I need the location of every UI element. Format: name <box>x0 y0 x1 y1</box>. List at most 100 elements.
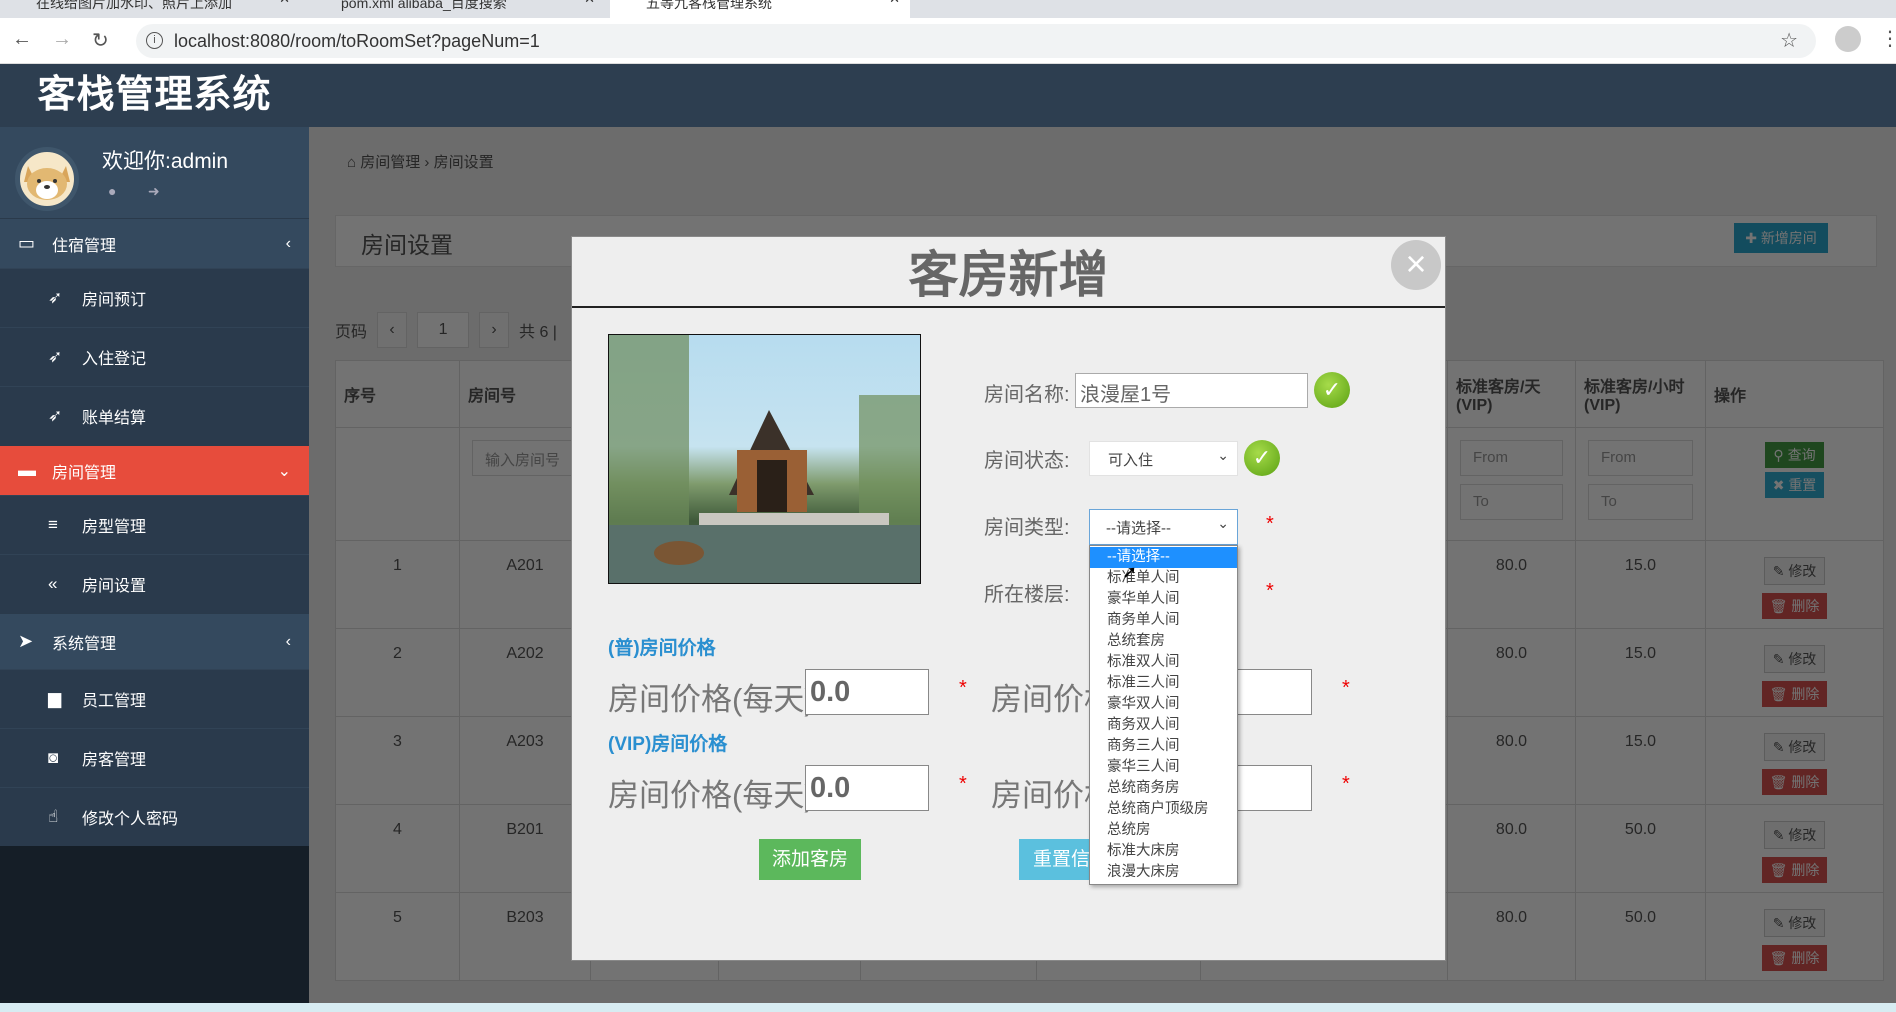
room-type-option[interactable]: 总统房 <box>1090 820 1237 841</box>
room-type-option[interactable]: 标准三人间 <box>1090 673 1237 694</box>
search-button[interactable]: ⚲ 查询 <box>1765 442 1824 468</box>
welcome-text: 欢迎你:admin <box>102 150 229 173</box>
list-icon: ≡ <box>48 515 58 534</box>
menu-item-room-settings[interactable]: « 房间设置 <box>0 554 309 613</box>
reload-icon[interactable]: ↻ <box>92 28 109 53</box>
room-type-option[interactable]: 商务三人间 <box>1090 736 1237 757</box>
menu-system[interactable]: ➤ 系统管理 ‹ <box>0 613 309 669</box>
room-type-option[interactable]: 总统套房 <box>1090 631 1237 652</box>
browser-tab[interactable]: pom.xml alibaba_百度搜索 ✕ <box>305 0 605 18</box>
room-image <box>608 334 921 584</box>
edit-button[interactable]: ✎ 修改 <box>1763 645 1826 673</box>
cell-vip-day: 80.0 <box>1447 628 1576 717</box>
edit-button[interactable]: ✎ 修改 <box>1763 557 1826 585</box>
menu-item-billing[interactable]: ➶ 账单结算 <box>0 386 309 445</box>
delete-button[interactable]: 🗑 删除 <box>1761 945 1828 971</box>
room-type-dropdown[interactable]: --请选择-- 标准单人间 豪华单人间 商务单人间 总统套房 标准双人间 标准三人间 豪华双人… <box>1089 545 1238 885</box>
delete-button[interactable]: 🗑 删除 <box>1761 593 1828 619</box>
close-tab-icon[interactable]: ✕ <box>584 0 595 5</box>
menu-room-management[interactable]: ▬ 房间管理 ⌄ <box>0 445 309 495</box>
delete-label: 删除 <box>1791 686 1820 702</box>
next-page-button[interactable]: › <box>479 312 510 348</box>
menu-item-checkin[interactable]: ➶ 入住登记 <box>0 327 309 386</box>
delete-button[interactable]: 🗑 删除 <box>1761 769 1828 795</box>
chevron-down-icon: ⌄ <box>1217 447 1229 463</box>
normal-price-day-input[interactable]: 0.0 <box>805 669 929 715</box>
room-type-select[interactable]: --请选择-- ⌄ <box>1089 509 1238 545</box>
mouse-cursor-icon: ➚ <box>1122 562 1138 582</box>
edit-icon: ✎ <box>1772 827 1789 843</box>
bookmark-star-icon[interactable]: ☆ <box>1780 28 1798 53</box>
info-icon[interactable]: i <box>146 32 163 49</box>
breadcrumb-parent[interactable]: 房间管理 <box>360 154 420 171</box>
room-type-option[interactable]: 总统商务房 <box>1090 778 1237 799</box>
menu-item-label: 房间预订 <box>82 292 147 309</box>
sidebar: 客栈管理系统 欢迎你:admin ● ➜ ▭ 住宿管理 ‹ ➶ 房间预订 ➶ 入住登记 … <box>0 64 309 1012</box>
delete-button[interactable]: 🗑 删除 <box>1761 857 1828 883</box>
room-type-option[interactable]: 豪华单人间 <box>1090 589 1237 610</box>
vip-day-to-input[interactable]: To <box>1460 484 1563 520</box>
forward-icon[interactable]: → <box>52 28 72 51</box>
avatar <box>15 147 79 211</box>
menu-item-guests[interactable]: ◙ 房客管理 <box>0 728 309 787</box>
menu-label: 房间管理 <box>52 464 117 482</box>
room-type-option[interactable]: 标准单人间 <box>1090 568 1237 589</box>
menu-item-label: 入住登记 <box>82 351 147 368</box>
room-type-option[interactable]: 商务单人间 <box>1090 610 1237 631</box>
back-icon[interactable]: ← <box>12 28 32 51</box>
logout-icon[interactable]: ➜ <box>148 183 160 200</box>
room-type-option[interactable]: 浪漫大床房 <box>1090 862 1237 883</box>
vip-price-day-input[interactable]: 0.0 <box>805 765 929 811</box>
room-type-option[interactable]: 标准大床房 <box>1090 841 1237 862</box>
edit-button[interactable]: ✎ 修改 <box>1763 733 1826 761</box>
url-input[interactable]: i localhost:8080/room/toRoomSet?pageNum=… <box>136 24 1816 58</box>
menu-item-room-booking[interactable]: ➶ 房间预订 <box>0 268 309 327</box>
cell-index: 5 <box>335 892 460 981</box>
room-type-option[interactable]: 豪华三人间 <box>1090 757 1237 778</box>
user-icon[interactable]: ● <box>108 183 116 199</box>
add-room-submit-button[interactable]: 添加客房 <box>759 839 861 880</box>
room-status-select[interactable]: 可入住 ⌄ <box>1089 441 1238 476</box>
room-type-option[interactable]: 标准双人间 <box>1090 652 1237 673</box>
search-label: 查询 <box>1787 447 1816 463</box>
trash-icon: 🗑 <box>1769 950 1792 966</box>
required-asterisk: * <box>1266 513 1274 535</box>
add-room-button[interactable]: ✚ 新增房间 <box>1734 223 1828 253</box>
edit-button[interactable]: ✎ 修改 <box>1763 909 1826 937</box>
close-modal-button[interactable]: × <box>1391 240 1441 290</box>
menu-item-label: 员工管理 <box>82 693 147 710</box>
room-type-option[interactable]: 商务双人间 <box>1090 715 1237 736</box>
paper-plane-icon: ➤ <box>18 631 34 651</box>
room-type-option[interactable]: 总统商户顶级房 <box>1090 799 1237 820</box>
trash-icon: 🗑 <box>1769 774 1792 790</box>
vip-hour-to-input[interactable]: To <box>1588 484 1693 520</box>
room-no-filter-input[interactable]: 输入房间号 <box>472 440 578 476</box>
edit-button[interactable]: ✎ 修改 <box>1763 821 1826 849</box>
rocket-icon: ➶ <box>48 288 63 307</box>
url-text: localhost:8080/room/toRoomSet?pageNum=1 <box>174 31 540 51</box>
menu-item-room-type[interactable]: ≡ 房型管理 <box>0 495 309 554</box>
vip-hour-from-input[interactable]: From <box>1588 440 1693 476</box>
hand-pointer-icon: ☝ <box>48 807 59 826</box>
taskbar-strip <box>0 1003 1896 1012</box>
menu-item-change-password[interactable]: ☝ 修改个人密码 <box>0 787 309 846</box>
close-tab-icon[interactable]: ✕ <box>889 0 900 5</box>
browser-tab[interactable]: 在线给图片加水印、照片上添加 ✕ <box>0 0 300 18</box>
vip-day-from-input[interactable]: From <box>1460 440 1563 476</box>
header-vip-day: 标准客房/天 (VIP) <box>1447 360 1576 428</box>
browser-tab-active[interactable]: 五等九客栈管理系统 ✕ <box>610 0 910 18</box>
prev-page-button[interactable]: ‹ <box>377 312 408 348</box>
pagination: 页码 ‹ 1 › 共 6 | <box>335 312 557 348</box>
delete-button[interactable]: 🗑 删除 <box>1761 681 1828 707</box>
room-type-option[interactable]: 豪华双人间 <box>1090 694 1237 715</box>
close-tab-icon[interactable]: ✕ <box>279 0 290 5</box>
menu-dots-icon[interactable]: ⋮ <box>1880 26 1896 51</box>
menu-item-staff[interactable]: ▆ 员工管理 <box>0 669 309 728</box>
room-type-option[interactable]: --请选择-- <box>1090 547 1237 568</box>
profile-icon[interactable] <box>1835 26 1861 52</box>
cell-operations: ✎ 修改 🗑 删除 <box>1705 628 1884 717</box>
menu-accommodation[interactable]: ▭ 住宿管理 ‹ <box>0 218 309 268</box>
page-number-input[interactable]: 1 <box>417 312 470 348</box>
room-name-input[interactable]: 浪漫屋1号 <box>1075 373 1308 408</box>
reset-filter-button[interactable]: ✖ 重置 <box>1764 472 1825 498</box>
